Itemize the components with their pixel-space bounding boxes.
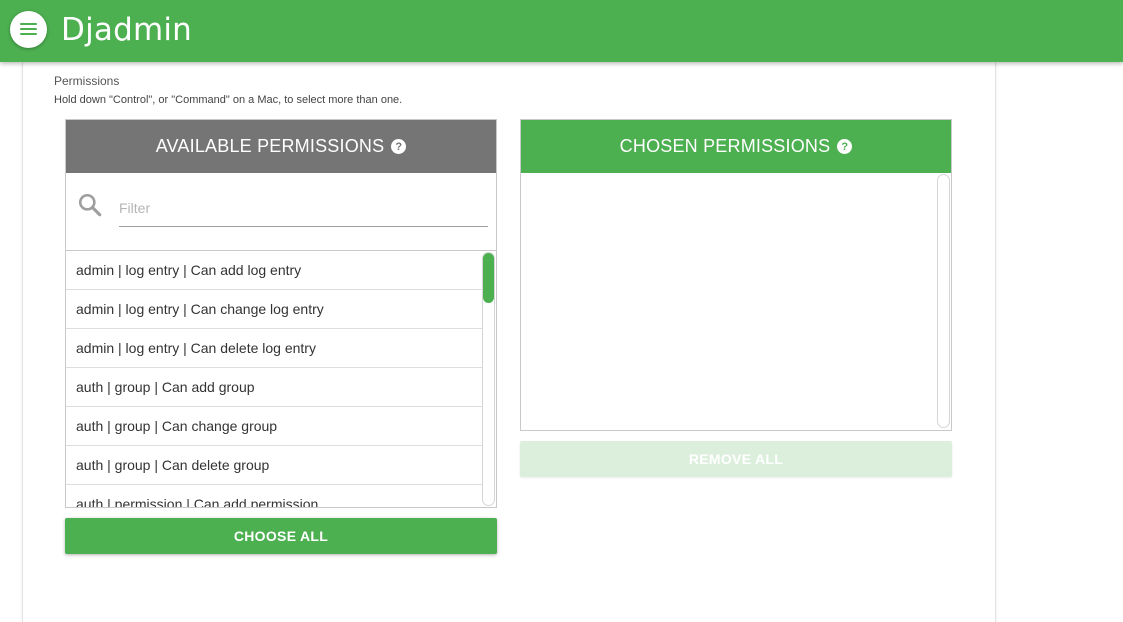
scrollbar-thumb[interactable]	[483, 253, 494, 303]
permission-option[interactable]: admin | log entry | Can add log entry	[66, 251, 482, 290]
available-permissions-title: AVAILABLE PERMISSIONS	[155, 136, 385, 156]
filter-row	[66, 173, 496, 251]
search-icon	[78, 193, 102, 217]
field-label: Permissions	[54, 74, 120, 88]
chosen-permissions-list[interactable]	[521, 173, 951, 430]
permission-option[interactable]: admin | log entry | Can delete log entry	[66, 329, 482, 368]
app-bar: Djadmin	[0, 0, 1123, 62]
chosen-permissions-header: CHOSEN PERMISSIONS ?	[521, 120, 951, 173]
remove-all-button[interactable]: Remove all	[520, 441, 952, 477]
choose-all-button[interactable]: Choose all	[65, 518, 497, 554]
field-help-text: Hold down "Control", or "Command" on a M…	[54, 94, 403, 106]
menu-bar-line	[20, 23, 37, 25]
chosen-permissions-box: CHOSEN PERMISSIONS ?	[520, 119, 952, 431]
help-icon[interactable]: ?	[837, 139, 853, 154]
permission-option[interactable]: auth | group | Can add group	[66, 368, 482, 407]
available-permissions-header: AVAILABLE PERMISSIONS ?	[66, 120, 496, 173]
menu-bar-line	[20, 28, 37, 30]
permission-option[interactable]: auth | group | Can delete group	[66, 446, 482, 485]
chosen-list-scrollbar[interactable]	[937, 174, 950, 428]
help-icon[interactable]: ?	[391, 139, 407, 154]
hamburger-menu-icon[interactable]	[10, 11, 47, 48]
available-permissions-box: AVAILABLE PERMISSIONS ? admin | log entr…	[65, 119, 497, 508]
filter-input[interactable]	[119, 189, 488, 227]
permission-option[interactable]: admin | log entry | Can change log entry	[66, 290, 482, 329]
menu-bar-line	[20, 33, 37, 35]
available-list-scrollbar[interactable]	[482, 252, 495, 506]
available-permissions-list[interactable]: admin | log entry | Can add log entry ad…	[66, 251, 496, 507]
app-title[interactable]: Djadmin	[61, 12, 192, 48]
chosen-permissions-title: CHOSEN PERMISSIONS	[619, 136, 831, 156]
permission-option[interactable]: auth | permission | Can add permission	[66, 485, 482, 507]
permission-option[interactable]: auth | group | Can change group	[66, 407, 482, 446]
